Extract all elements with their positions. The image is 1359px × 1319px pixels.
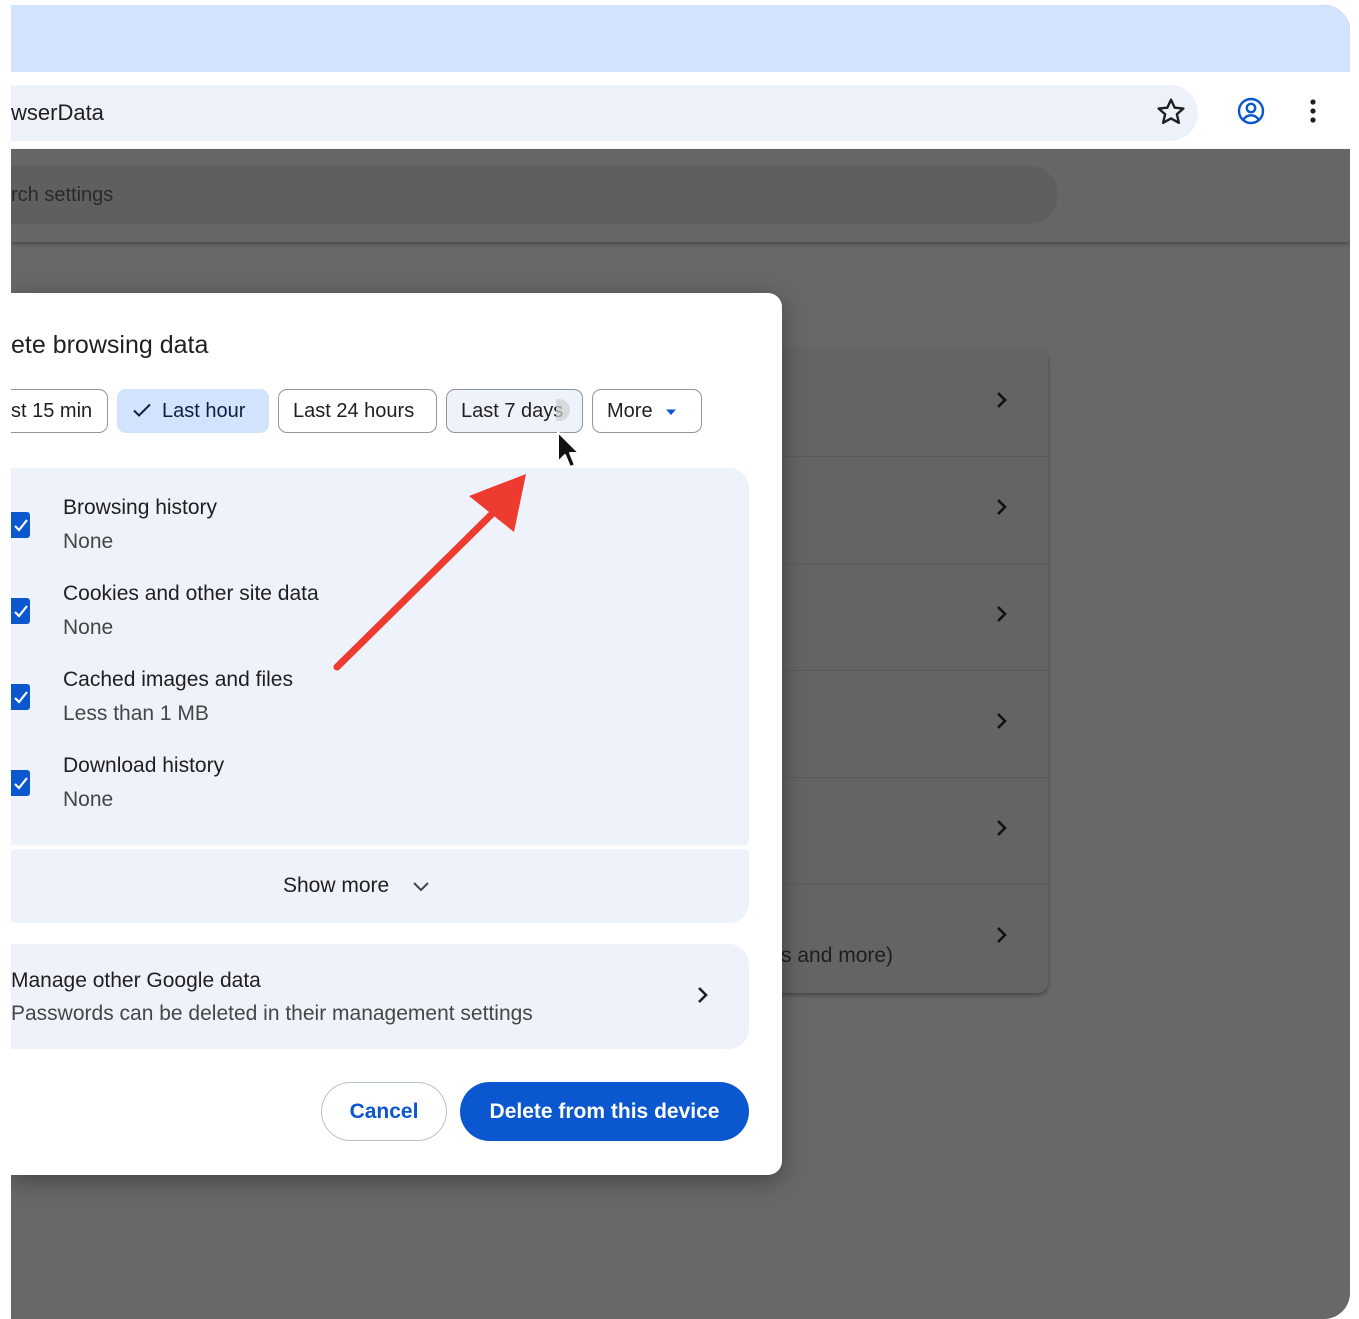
settings-row-text: s and more) [781, 944, 894, 967]
item-title: Cookies and other site data [63, 582, 319, 605]
checkbox-checked-icon[interactable] [11, 511, 30, 539]
settings-search-box[interactable]: rch settings [11, 166, 1058, 224]
delete-button[interactable]: Delete from this device [460, 1082, 749, 1141]
chip-label: Last 24 hours [293, 400, 415, 422]
caret-down-icon [665, 409, 676, 415]
manage-google-data-link[interactable]: Manage other Google data Passwords can b… [11, 944, 749, 1049]
show-more-label: Show more [283, 874, 390, 897]
settings-header: rch settings [11, 149, 1350, 242]
show-more-button[interactable]: Show more [11, 849, 749, 923]
annotation-arrow-icon [333, 474, 526, 671]
browser-window: wserData rch settings s and more) ete br… [11, 5, 1350, 1319]
mouse-pointer-icon [556, 399, 580, 468]
chevron-right-icon [997, 499, 1007, 515]
item-title: Download history [63, 754, 225, 777]
delete-browsing-data-dialog: ete browsing data st 15 min Last hour La… [11, 293, 782, 1175]
address-bar[interactable]: wserData [11, 85, 1198, 141]
time-range-chip-24-hours[interactable]: Last 24 hours [278, 389, 437, 433]
manage-title: Manage other Google data [11, 969, 261, 992]
checkbox-checked-icon[interactable] [11, 769, 30, 797]
chip-label: st 15 min [11, 400, 93, 422]
item-detail: None [63, 788, 114, 811]
address-text[interactable]: wserData [11, 100, 104, 126]
settings-search-placeholder: rch settings [11, 184, 114, 206]
item-detail: None [63, 530, 114, 553]
item-detail: Less than 1 MB [63, 702, 209, 725]
item-title: Browsing history [63, 496, 218, 519]
data-type-item[interactable]: Download history None [11, 748, 749, 834]
toolbar: wserData [11, 72, 1350, 149]
item-title: Cached images and files [63, 668, 293, 691]
chip-label: Last hour [162, 400, 246, 422]
time-range-chip-15-min[interactable]: st 15 min [11, 389, 108, 433]
chevron-down-icon [413, 882, 429, 892]
chevron-right-icon [997, 713, 1007, 729]
chip-label: More [607, 400, 653, 422]
manage-subtitle: Passwords can be deleted in their manage… [11, 1002, 533, 1025]
time-range-chip-last-hour[interactable]: Last hour [117, 389, 269, 433]
star-icon[interactable] [1155, 96, 1187, 128]
item-detail: None [63, 616, 114, 639]
tab-strip [11, 5, 1350, 72]
profile-icon[interactable] [1235, 95, 1267, 127]
chevron-right-icon [997, 927, 1007, 943]
more-vert-icon[interactable] [1299, 95, 1327, 127]
chevron-right-icon [698, 987, 708, 1003]
chevron-right-icon [997, 606, 1007, 622]
chevron-right-icon [997, 820, 1007, 836]
cancel-button[interactable]: Cancel [321, 1082, 447, 1141]
checkbox-checked-icon[interactable] [11, 683, 30, 711]
chip-label: Last 7 days [461, 400, 564, 422]
time-range-more-dropdown[interactable]: More [592, 389, 702, 433]
checkmark-icon [133, 403, 151, 417]
checkbox-checked-icon[interactable] [11, 597, 30, 625]
chevron-right-icon [997, 392, 1007, 408]
dialog-title: ete browsing data [11, 331, 209, 359]
